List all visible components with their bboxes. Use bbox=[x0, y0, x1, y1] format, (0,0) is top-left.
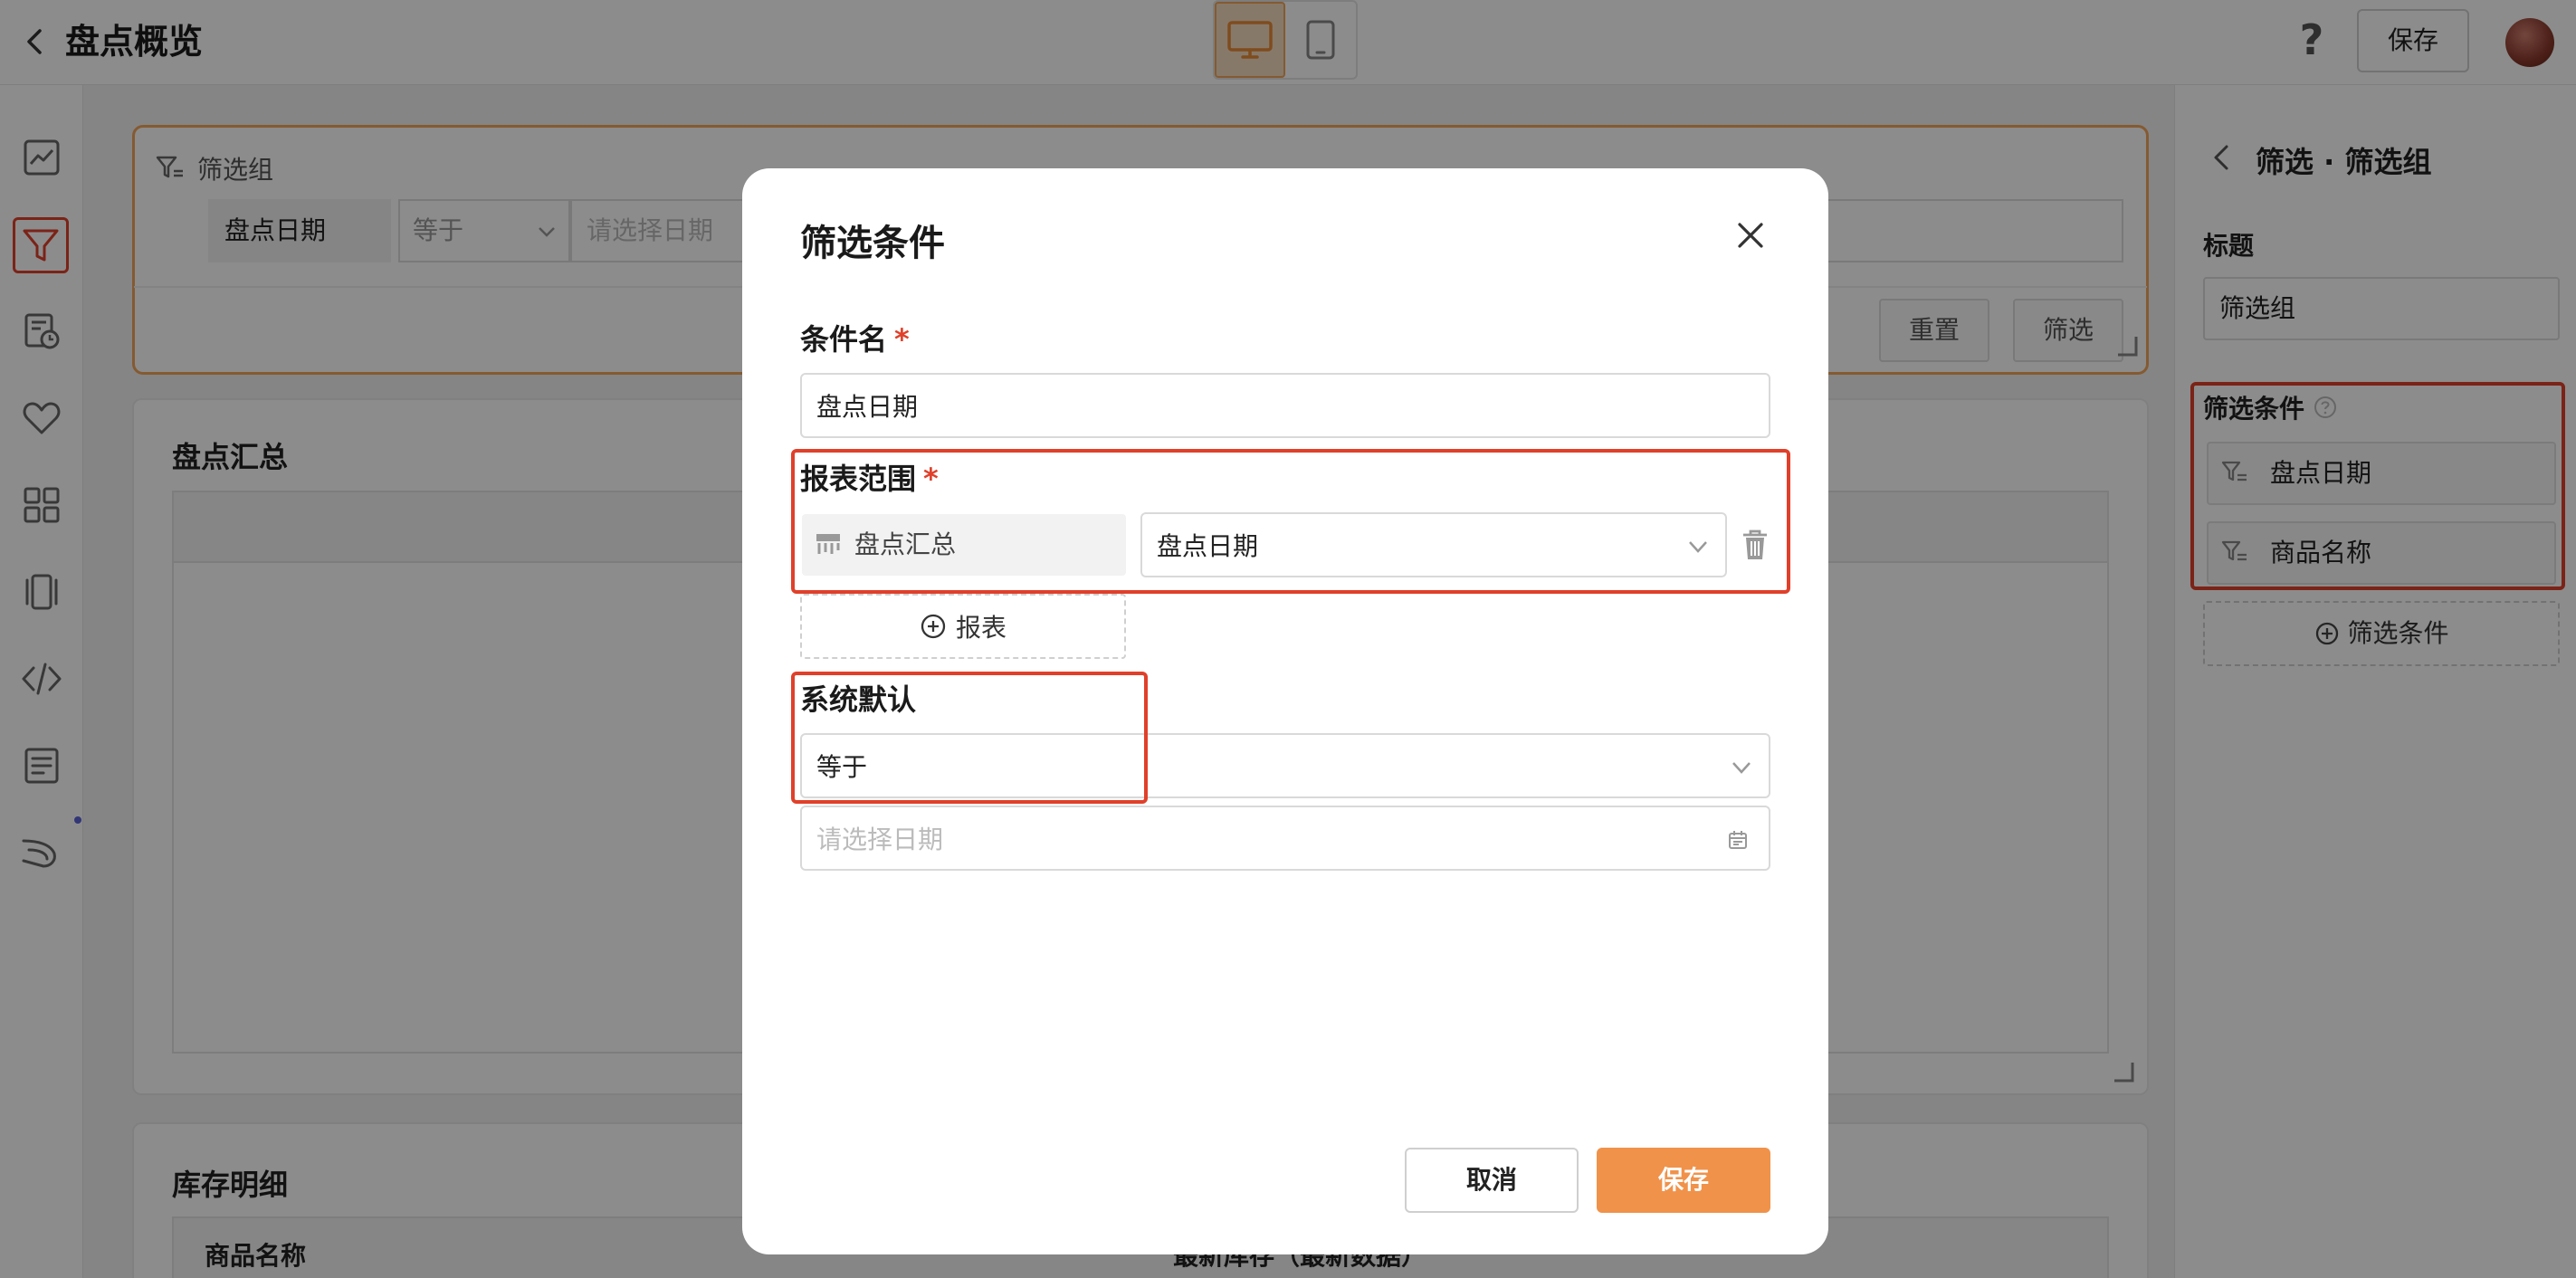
add-report-button[interactable]: 报表 bbox=[800, 594, 1126, 659]
default-date-input[interactable]: 请选择日期 bbox=[800, 806, 1770, 871]
name-input[interactable]: 盘点日期 bbox=[800, 373, 1770, 438]
default-highlight bbox=[791, 672, 1148, 804]
add-report-label: 报表 bbox=[955, 613, 1007, 643]
required-mark: * bbox=[894, 322, 910, 357]
scope-highlight bbox=[791, 449, 1790, 594]
save-button[interactable]: 保存 bbox=[1597, 1148, 1770, 1213]
calendar-icon bbox=[1729, 831, 1747, 849]
chevron-down-icon bbox=[1732, 762, 1751, 774]
close-icon[interactable] bbox=[1732, 217, 1769, 253]
cancel-button[interactable]: 取消 bbox=[1405, 1148, 1579, 1213]
dialog-title: 筛选条件 bbox=[800, 223, 945, 264]
name-input-value: 盘点日期 bbox=[816, 392, 919, 422]
name-label-text: 条件名 bbox=[800, 322, 888, 357]
date-placeholder: 请选择日期 bbox=[816, 825, 944, 854]
plus-circle-icon bbox=[921, 614, 946, 639]
name-label: 条件名 * bbox=[800, 317, 910, 358]
